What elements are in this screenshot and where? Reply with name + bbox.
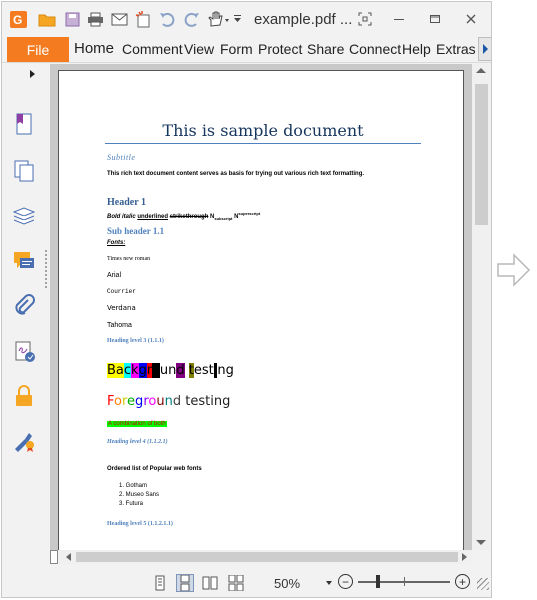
comments-icon[interactable]	[12, 249, 36, 273]
tab-form[interactable]: Form	[220, 41, 253, 57]
next-arrow-icon	[496, 252, 532, 288]
print-icon[interactable]	[86, 10, 104, 28]
scroll-up-icon[interactable]	[476, 68, 486, 73]
ordered-list: 1. Gotham 2. Museo Sans 3. Futura	[119, 483, 159, 510]
horizontal-scroll-thumb[interactable]	[76, 552, 458, 562]
horizontal-scrollbar[interactable]	[50, 550, 472, 564]
doc-heading-4: Heading level 4 (1.1.2.1)	[107, 439, 168, 445]
zoom-level[interactable]: 50%	[274, 576, 300, 591]
tab-protect[interactable]: Protect	[258, 41, 302, 57]
pages-icon[interactable]	[12, 159, 36, 183]
foreground-testing-text: Foreground testing	[107, 394, 231, 409]
doc-subtitle: Subtitle	[107, 153, 136, 162]
single-page-icon[interactable]	[152, 575, 168, 591]
certify-icon[interactable]	[12, 428, 36, 452]
document-viewport[interactable]: This is sample document Subtitle This ri…	[50, 64, 477, 550]
strikethrough-text: strikethrough	[169, 214, 209, 220]
zoom-slider-thumb[interactable]	[376, 575, 380, 588]
doc-subheader: Sub header 1.1	[107, 226, 165, 236]
customize-dropdown-icon[interactable]	[232, 10, 242, 28]
font-sample: Times new roman	[107, 256, 151, 262]
foxit-logo-icon[interactable]: G	[9, 10, 27, 28]
font-sample: Tahoma	[107, 322, 132, 329]
fullscreen-icon[interactable]	[354, 9, 376, 29]
vertical-scroll-thumb[interactable]	[475, 84, 488, 225]
background-testing-text: Background testing	[107, 363, 234, 378]
svg-text:G: G	[13, 13, 22, 27]
tab-comment[interactable]: Comment	[122, 41, 183, 57]
navigation-panel	[2, 64, 50, 564]
vertical-scrollbar[interactable]	[472, 64, 490, 550]
list-item: 3. Futura	[119, 501, 144, 507]
minimize-icon[interactable]	[388, 9, 410, 29]
tab-help[interactable]: Help	[402, 41, 431, 57]
facing-icon[interactable]	[202, 575, 218, 591]
font-sample: Courrier	[107, 288, 136, 295]
scroll-left-icon[interactable]	[66, 553, 71, 561]
font-sample: Arial	[107, 272, 122, 279]
open-folder-icon[interactable]	[38, 10, 56, 28]
redo-icon[interactable]	[182, 10, 200, 28]
doc-body-text: This rich text document content serves a…	[107, 171, 365, 177]
save-icon[interactable]	[63, 10, 81, 28]
doc-title: This is sample document	[105, 121, 421, 144]
scroll-right-icon[interactable]	[462, 553, 467, 561]
combination-text: A combination of both	[107, 421, 167, 427]
signatures-icon[interactable]	[12, 340, 36, 364]
email-icon[interactable]	[110, 10, 128, 28]
superscript-text: superscript	[238, 211, 261, 216]
font-sample: Verdana	[107, 304, 136, 312]
list-item: 1. Gotham	[119, 483, 148, 489]
window-resize-grip[interactable]	[477, 578, 489, 590]
restore-icon[interactable]	[424, 9, 446, 29]
doc-heading-5: Heading level 5 (1.1.2.1.1)	[107, 521, 173, 527]
bookmark-icon[interactable]	[12, 112, 36, 136]
scroll-corner-box	[50, 550, 58, 564]
window-title: example.pdf ...	[254, 11, 353, 28]
file-tab[interactable]: File	[7, 37, 69, 62]
panel-resize-grip[interactable]	[44, 249, 48, 289]
doc-header-1: Header 1	[107, 197, 146, 208]
zoom-out-button[interactable]: −	[338, 574, 353, 589]
new-icon[interactable]	[134, 10, 152, 28]
tab-extras[interactable]: Extras	[436, 41, 476, 57]
hand-tool-icon[interactable]	[207, 10, 229, 28]
continuous-facing-icon[interactable]	[228, 574, 244, 592]
ordered-list-title: Ordered list of Popular web fonts	[107, 466, 202, 472]
pdf-page: This is sample document Subtitle This ri…	[58, 70, 464, 550]
tab-view[interactable]: View	[184, 41, 214, 57]
close-icon[interactable]	[460, 9, 482, 29]
underlined-text: underlined	[137, 214, 169, 220]
doc-text-styles: Bold italic underlined strikethrough Nsu…	[107, 211, 260, 221]
doc-fonts-label: Fonts:	[107, 240, 126, 246]
list-item: 2. Museo Sans	[119, 492, 160, 498]
scroll-down-icon[interactable]	[476, 540, 486, 545]
title-bar: G example.pdf ...	[2, 2, 491, 35]
status-bar: 50% − +	[2, 568, 491, 597]
ribbon-tabs: File Home Comment View Form Protect Shar…	[2, 35, 491, 63]
attachments-icon[interactable]	[12, 294, 36, 318]
zoom-dropdown-icon[interactable]	[326, 581, 332, 585]
expand-panel-icon[interactable]	[30, 70, 35, 78]
app-window: G example.pdf ... File Home Comment View…	[1, 1, 492, 598]
ribbon-scroll-right-button[interactable]	[478, 37, 491, 61]
security-icon[interactable]	[12, 384, 36, 408]
zoom-slider-tick	[404, 577, 405, 586]
bold-italic-text: Bold italic	[107, 214, 136, 220]
continuous-page-icon[interactable]	[176, 574, 194, 592]
subscript-text: subscript	[214, 216, 233, 222]
undo-icon[interactable]	[158, 10, 176, 28]
zoom-in-button[interactable]: +	[455, 574, 470, 589]
tab-home[interactable]: Home	[74, 40, 114, 57]
doc-heading-3: Heading level 3 (1.1.1)	[107, 338, 164, 344]
tab-share[interactable]: Share	[307, 41, 344, 57]
tab-connect[interactable]: Connect	[349, 41, 401, 57]
layers-icon[interactable]	[12, 204, 36, 228]
